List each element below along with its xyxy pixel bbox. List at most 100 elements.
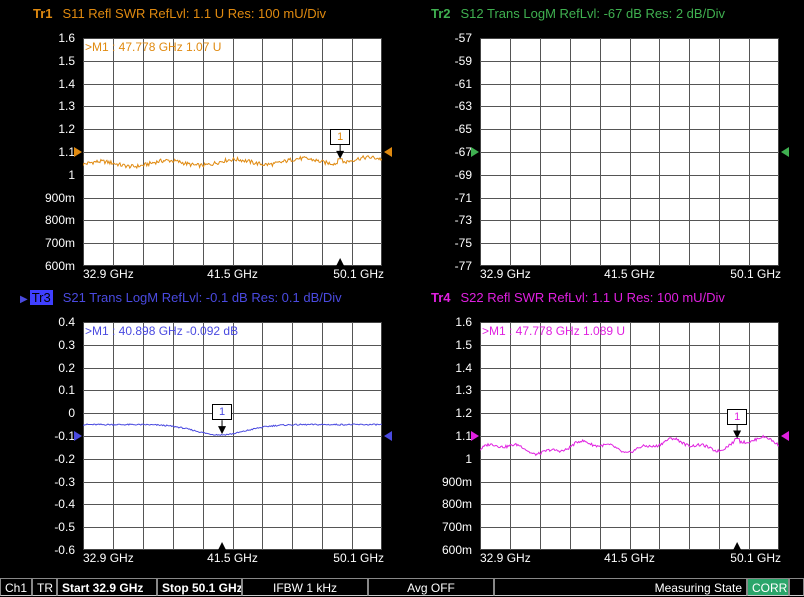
tr3-y-tick-label: -0.3 — [54, 474, 75, 489]
averaging-setting[interactable]: Avg OFF — [368, 578, 494, 596]
tr2-y-tick-label: -65 — [454, 122, 472, 137]
tr4-marker-readout: >M1 : 47.778 GHz 1.089 U — [482, 324, 626, 338]
tr1-y-tick-label: 1.5 — [58, 53, 75, 68]
tr2-y-tick-label: -59 — [454, 53, 472, 68]
start-frequency[interactable]: Start 32.9 GHz — [57, 578, 157, 596]
tr4-y-tick-label: 900m — [441, 474, 472, 489]
tr1-y-tick-label: 1.4 — [58, 76, 75, 91]
tr1-y-tick-label: 1.6 — [58, 31, 75, 45]
tr1-marker-readout: >M1 : 47.778 GHz 1.07 U — [85, 40, 222, 54]
tr2-y-tick-label: -63 — [454, 99, 472, 114]
correction-badge[interactable]: CORR — [747, 578, 789, 596]
trace2-graticule[interactable] — [480, 38, 779, 266]
tr4-ref-level-left-icon[interactable] — [471, 431, 479, 441]
tr2-y-tick-label: -71 — [454, 190, 472, 205]
tr4-x-tick-label: 41.5 GHz — [604, 551, 655, 565]
tr3-y-tick-label: 0.1 — [58, 383, 75, 398]
tr4-ref-level-right-icon[interactable] — [781, 431, 789, 441]
vna-screen: Tr1 S11 Refl SWR RefLvl: 1.1 U Res: 100 m… — [0, 0, 804, 597]
tr1-plot — [83, 38, 382, 266]
tr1-y-tick-label: 800m — [44, 213, 75, 228]
trace-mode-indicator[interactable]: TR — [32, 578, 57, 596]
tr2-y-tick-label: -75 — [454, 236, 472, 251]
tr4-y-tick-label: 700m — [441, 520, 472, 535]
tr2-y-tick-label: -77 — [454, 259, 472, 273]
ifbw-setting[interactable]: IFBW 1 kHz — [242, 578, 368, 596]
active-trace-arrow-icon: ▶ — [20, 294, 28, 305]
tr2-y-tick-label: -69 — [454, 167, 472, 182]
tr2-x-tick-label: 32.9 GHz — [480, 267, 531, 281]
tr1-x-tick-label: 50.1 GHz — [333, 267, 384, 281]
tr3-y-tick-label: 0 — [68, 406, 75, 421]
tr1-y-tick-label: 1.2 — [58, 122, 75, 137]
tr3-marker-flag[interactable]: 1 — [212, 404, 233, 421]
trace2-title[interactable]: Tr2 S12 Trans LogM RefLvl: -67 dB Res: 2 … — [431, 6, 725, 21]
trace2-description: S12 Trans LogM RefLvl: -67 dB Res: 2 dB/… — [460, 6, 725, 21]
tr3-x-tick-label: 41.5 GHz — [207, 551, 258, 565]
tr3-x-tick-label: 50.1 GHz — [333, 551, 384, 565]
tr3-y-tick-label: -0.2 — [54, 451, 75, 466]
tr3-y-tick-label: -0.1 — [54, 429, 75, 443]
trace1-title[interactable]: Tr1 S11 Refl SWR RefLvl: 1.1 U Res: 100 m… — [33, 6, 326, 21]
trace3-description: S21 Trans LogM RefLvl: -0.1 dB Res: 0.1 … — [62, 290, 342, 305]
tr2-ref-level-right-icon[interactable] — [781, 147, 789, 157]
tr3-ref-level-left-icon[interactable] — [74, 431, 82, 441]
tr4-y-tick-label: 1.2 — [455, 406, 472, 421]
channel-indicator[interactable]: Ch1 — [0, 578, 32, 596]
trace4-graticule[interactable] — [480, 322, 779, 550]
tr4-y-tick-label: 1.5 — [455, 337, 472, 352]
tr3-marker-readout: >M1 : 40.898 GHz -0.092 dB — [85, 324, 239, 338]
tr3-y-tick-label: 0.3 — [58, 337, 75, 352]
trace1-description: S11 Refl SWR RefLvl: 1.1 U Res: 100 mU/D… — [62, 6, 326, 21]
tr1-y-tick-label: 900m — [44, 190, 75, 205]
stop-frequency[interactable]: Stop 50.1 GHz — [157, 578, 242, 596]
tr1-marker-flag[interactable]: 1 — [330, 128, 351, 145]
tr4-y-tick-label: 1.3 — [455, 383, 472, 398]
tr4-plot — [480, 322, 779, 550]
tr3-x-tick-label: 32.9 GHz — [83, 551, 134, 565]
tr2-y-tick-label: -57 — [454, 31, 472, 45]
trace4-label[interactable]: Tr4 — [431, 290, 451, 305]
trace3-label[interactable]: Tr3 — [29, 290, 53, 305]
tr1-x-tick-label: 32.9 GHz — [83, 267, 134, 281]
tr1-x-tick-label: 41.5 GHz — [207, 267, 258, 281]
tr4-y-tick-label: 800m — [441, 497, 472, 512]
trace2-label[interactable]: Tr2 — [431, 6, 451, 21]
tr3-y-tick-label: 0.2 — [58, 360, 75, 375]
tr4-y-tick-label: 1.6 — [455, 315, 472, 329]
tr2-y-tick-label: -73 — [454, 213, 472, 228]
tr4-marker-flag[interactable]: 1 — [727, 408, 748, 425]
tr2-x-tick-label: 41.5 GHz — [604, 267, 655, 281]
tr3-ref-level-right-icon[interactable] — [384, 431, 392, 441]
tr3-y-tick-label: -0.6 — [54, 543, 75, 557]
tr3-y-tick-label: -0.4 — [54, 497, 75, 512]
tr1-y-tick-label: 1.1 — [58, 145, 75, 159]
trace4-title[interactable]: Tr4 S22 Refl SWR RefLvl: 1.1 U Res: 100 m… — [431, 290, 725, 305]
status-bar: Ch1 TR Start 32.9 GHz Stop 50.1 GHz IFBW… — [0, 577, 804, 597]
tr1-y-tick-label: 1.3 — [58, 99, 75, 114]
tr4-x-tick-label: 32.9 GHz — [480, 551, 531, 565]
tr3-y-tick-label: 0.4 — [58, 315, 75, 329]
trace1-label[interactable]: Tr1 — [33, 6, 53, 21]
tr3-y-tick-label: -0.5 — [54, 520, 75, 535]
tr1-y-tick-label: 700m — [44, 236, 75, 251]
tr1-ref-level-left-icon[interactable] — [74, 147, 82, 157]
status-spacer — [789, 578, 804, 596]
tr2-plot — [480, 38, 779, 266]
trace3-graticule[interactable] — [83, 322, 382, 550]
tr2-ref-level-left-icon[interactable] — [471, 147, 479, 157]
trace1-graticule[interactable] — [83, 38, 382, 266]
tr3-plot — [83, 322, 382, 550]
tr4-x-tick-label: 50.1 GHz — [730, 551, 781, 565]
tr4-y-tick-label: 1 — [465, 451, 472, 466]
tr2-x-tick-label: 50.1 GHz — [730, 267, 781, 281]
tr1-y-tick-label: 600m — [44, 259, 75, 273]
tr1-y-tick-label: 1 — [68, 167, 75, 182]
trace4-description: S22 Refl SWR RefLvl: 1.1 U Res: 100 mU/D… — [460, 290, 725, 305]
tr1-ref-level-right-icon[interactable] — [384, 147, 392, 157]
measuring-state: Measuring State — [494, 578, 747, 596]
tr2-y-tick-label: -61 — [454, 76, 472, 91]
tr4-y-tick-label: 600m — [441, 543, 472, 557]
trace3-title[interactable]: ▶ Tr3 S21 Trans LogM RefLvl: -0.1 dB Res: … — [20, 290, 342, 305]
tr4-y-tick-label: 1.1 — [455, 429, 472, 443]
